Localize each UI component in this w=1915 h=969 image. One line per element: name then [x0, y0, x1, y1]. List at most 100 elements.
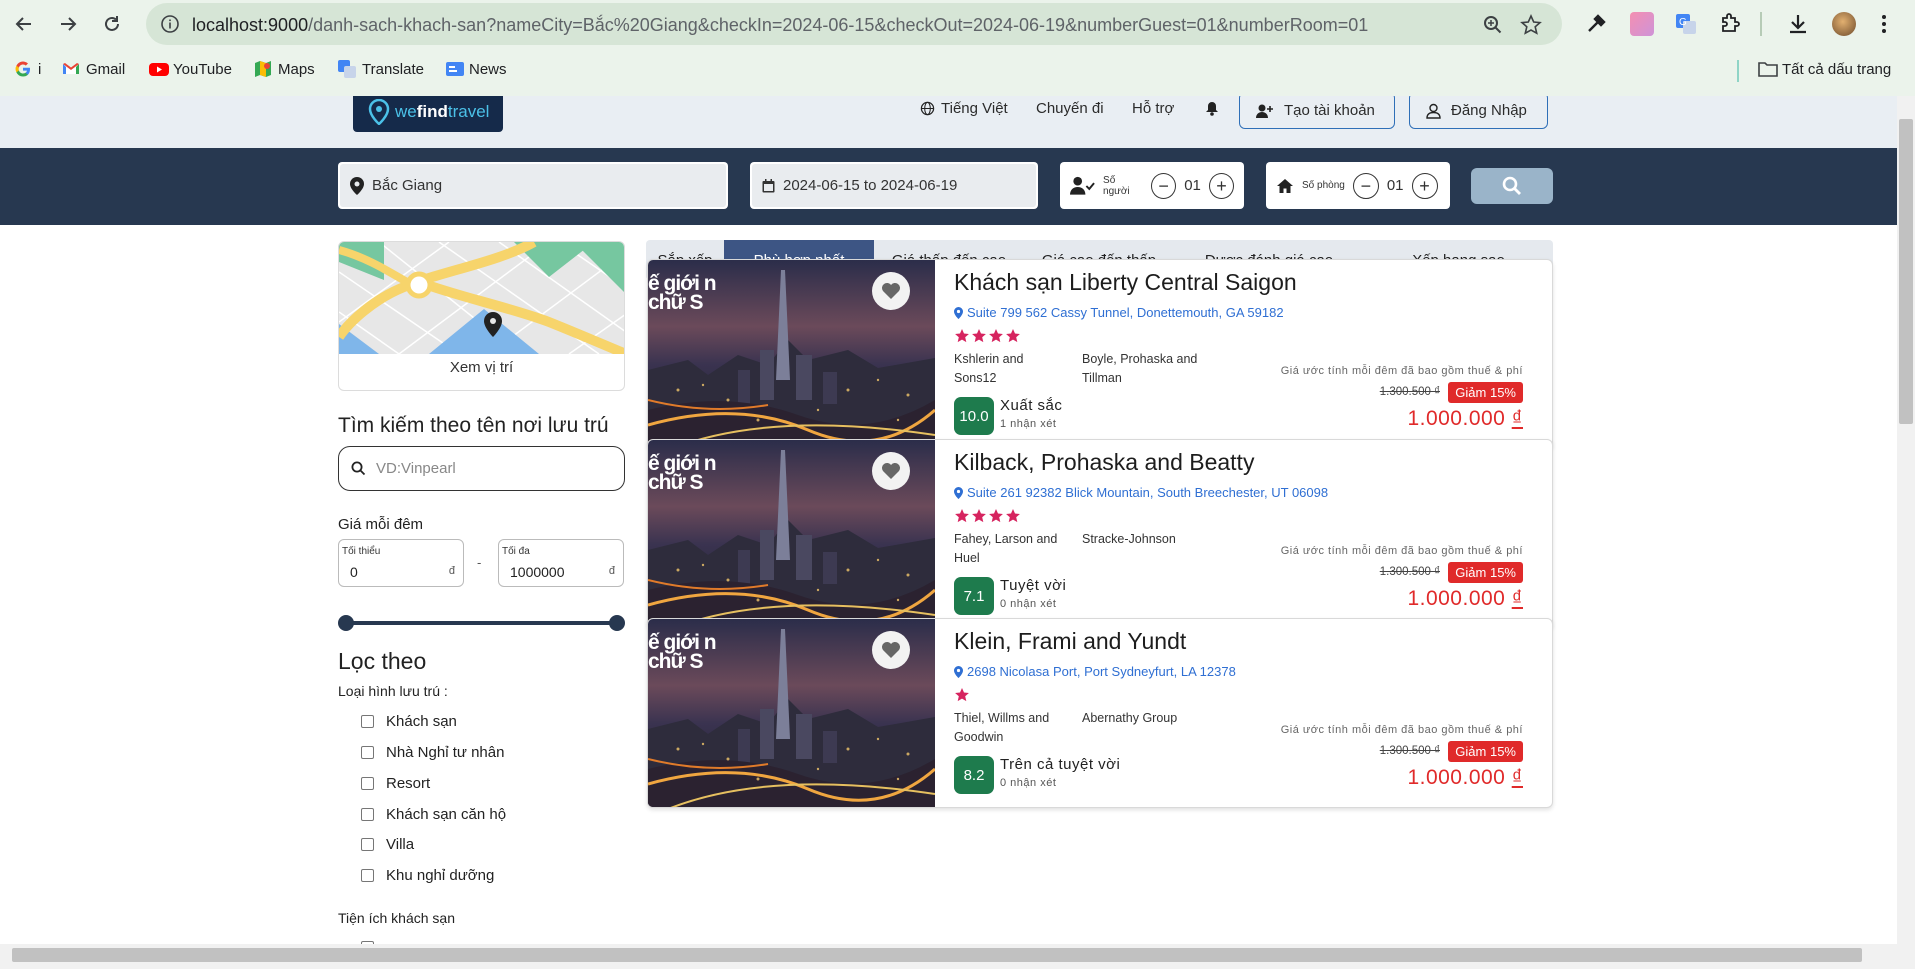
more-menu-icon[interactable]: [1872, 12, 1896, 36]
hotel-card[interactable]: ế giới n chữ S Khách sạn Liberty Central…: [647, 259, 1553, 449]
hotel-tag: Abernathy Group: [1082, 711, 1178, 725]
login-button[interactable]: Đăng Nhập: [1409, 96, 1548, 129]
hotel-tag: Boyle, Prohaska and Tillman: [1082, 352, 1198, 385]
search-bar: Bắc Giang 2024-06-15 to 2024-06-19 Số ng…: [0, 148, 1897, 225]
google-translate-ext-icon[interactable]: G: [1674, 12, 1698, 36]
bookmark-youtube[interactable]: YouTube: [149, 60, 232, 78]
favorite-button[interactable]: [872, 272, 910, 310]
min-price-field[interactable]: Tối thiểu 0 đ: [338, 539, 464, 587]
checkbox[interactable]: [361, 746, 374, 759]
city-input[interactable]: Bắc Giang: [338, 162, 728, 209]
vertical-scrollbar-thumb[interactable]: [1899, 119, 1913, 424]
star-icon: [972, 509, 986, 523]
guests-increment-button[interactable]: +: [1208, 172, 1234, 199]
page-viewport: wefindtravel Tiếng Việt Chuyến đi Hỗ trợ…: [0, 96, 1897, 944]
checkbox[interactable]: [361, 715, 374, 728]
review-count: 0 nhận xét: [1000, 598, 1057, 610]
zoom-icon[interactable]: [1482, 14, 1504, 36]
rating-word: Trên cả tuyệt vời: [1000, 756, 1121, 773]
hotel-card[interactable]: ế giới n chữ S Klein, Frami and Yundt 26…: [647, 618, 1553, 808]
address-bar[interactable]: localhost:9000/danh-sach-khach-san?nameC…: [146, 3, 1562, 45]
star-rating: [954, 328, 1021, 344]
type-option-resort[interactable]: Resort: [361, 775, 430, 792]
horizontal-scrollbar-thumb[interactable]: [12, 948, 1862, 962]
bookmark-gmail[interactable]: Gmail: [62, 60, 125, 78]
reload-icon[interactable]: [100, 12, 124, 36]
bookmark-translate[interactable]: Translate: [338, 60, 424, 78]
tax-note: Giá ước tính mỗi đêm đã bao gồm thuế & p…: [1280, 365, 1523, 377]
original-price: 1.300.500 ₫: [1379, 745, 1440, 757]
rooms-increment-button[interactable]: +: [1411, 172, 1438, 199]
location-pin-icon: [954, 306, 963, 319]
hotel-address[interactable]: Suite 261 92382 Blick Mountain, South Br…: [954, 485, 1328, 500]
search-icon: [1502, 176, 1521, 195]
type-option-private-guesthouse[interactable]: Nhà Nghỉ tư nhân: [361, 744, 504, 761]
all-bookmarks-folder[interactable]: Tất cả dấu trang: [1758, 60, 1891, 78]
map-preview[interactable]: Xem vị trí: [338, 241, 625, 391]
hotel-address[interactable]: 2698 Nicolasa Port, Port Sydneyfurt, LA …: [954, 664, 1236, 679]
review-count: 0 nhận xét: [1000, 777, 1057, 789]
type-option-apartment-hotel[interactable]: Khách sạn căn hộ: [361, 806, 506, 823]
tax-note: Giá ước tính mỗi đêm đã bao gồm thuế & p…: [1280, 545, 1523, 557]
nav-trips[interactable]: Chuyến đi: [1036, 100, 1104, 117]
register-button[interactable]: Tạo tài khoản: [1239, 96, 1395, 129]
gmail-icon: [62, 60, 80, 78]
folder-icon: [1758, 60, 1778, 78]
globe-icon: [920, 101, 935, 116]
checkbox[interactable]: [361, 777, 374, 790]
filter-title: Lọc theo: [338, 648, 427, 674]
current-price: 1.000.000 ₫: [1407, 407, 1523, 430]
hotel-name-input[interactable]: [376, 460, 606, 477]
checkbox[interactable]: [361, 869, 374, 882]
logo-pin-icon: [368, 99, 390, 125]
news-icon: [445, 60, 464, 78]
rating-word: Xuất sắc: [1000, 397, 1063, 414]
date-range-input[interactable]: 2024-06-15 to 2024-06-19: [750, 162, 1038, 209]
hotel-address[interactable]: Suite 799 562 Cassy Tunnel, Donettemouth…: [954, 305, 1284, 320]
price-slider-track[interactable]: [345, 621, 617, 625]
type-option-hotel[interactable]: Khách sạn: [361, 713, 457, 730]
bookmark-google[interactable]: i: [14, 60, 41, 78]
review-score-badge: 7.1: [954, 577, 994, 615]
original-price: 1.300.500 ₫: [1379, 386, 1440, 398]
bookmark-star-icon[interactable]: [1520, 14, 1542, 36]
favorite-button[interactable]: [872, 631, 910, 669]
star-icon: [1006, 509, 1020, 523]
download-icon[interactable]: [1786, 12, 1810, 36]
bookmark-maps[interactable]: Maps: [254, 60, 315, 78]
hotel-name[interactable]: Kilback, Prohaska and Beatty: [954, 449, 1254, 476]
checkbox[interactable]: [361, 838, 374, 851]
favorite-button[interactable]: [872, 452, 910, 490]
hotel-name[interactable]: Khách sạn Liberty Central Saigon: [954, 269, 1297, 296]
extension-gradient-icon[interactable]: [1630, 12, 1654, 36]
hotel-tag: Stracke-Johnson: [1082, 532, 1176, 546]
svg-text:G: G: [1679, 17, 1687, 28]
rooms-decrement-button[interactable]: −: [1352, 172, 1379, 199]
price-slider-max-handle[interactable]: [609, 615, 625, 631]
star-icon: [972, 329, 986, 343]
language-selector[interactable]: Tiếng Việt: [920, 100, 1008, 117]
guests-decrement-button[interactable]: −: [1151, 172, 1177, 199]
site-info-icon[interactable]: [160, 14, 180, 34]
bookmark-news[interactable]: News: [445, 60, 507, 78]
search-button[interactable]: [1471, 168, 1553, 204]
home-icon: [1277, 178, 1293, 193]
back-icon[interactable]: [12, 12, 36, 36]
price-dash: -: [477, 555, 482, 570]
hotel-card[interactable]: ế giới n chữ S Kilback, Prohaska and Bea…: [647, 439, 1553, 629]
type-option-resort-area[interactable]: Khu nghỉ dưỡng: [361, 867, 494, 884]
original-price: 1.300.500 ₫: [1379, 566, 1440, 578]
extensions-puzzle-icon[interactable]: [1718, 12, 1742, 36]
hotel-name[interactable]: Klein, Frami and Yundt: [954, 628, 1186, 655]
checkbox[interactable]: [361, 808, 374, 821]
price-slider-min-handle[interactable]: [338, 615, 354, 631]
bell-icon[interactable]: [1205, 101, 1219, 116]
add-user-icon: [1256, 104, 1273, 118]
forward-icon[interactable]: [56, 12, 80, 36]
nav-support[interactable]: Hỗ trợ: [1132, 100, 1174, 117]
type-option-villa[interactable]: Villa: [361, 836, 414, 853]
profile-avatar[interactable]: [1832, 12, 1856, 36]
max-price-field[interactable]: Tối đa 1000000 đ: [498, 539, 624, 587]
eyedropper-icon[interactable]: [1584, 12, 1608, 36]
site-logo[interactable]: wefindtravel: [353, 96, 503, 132]
